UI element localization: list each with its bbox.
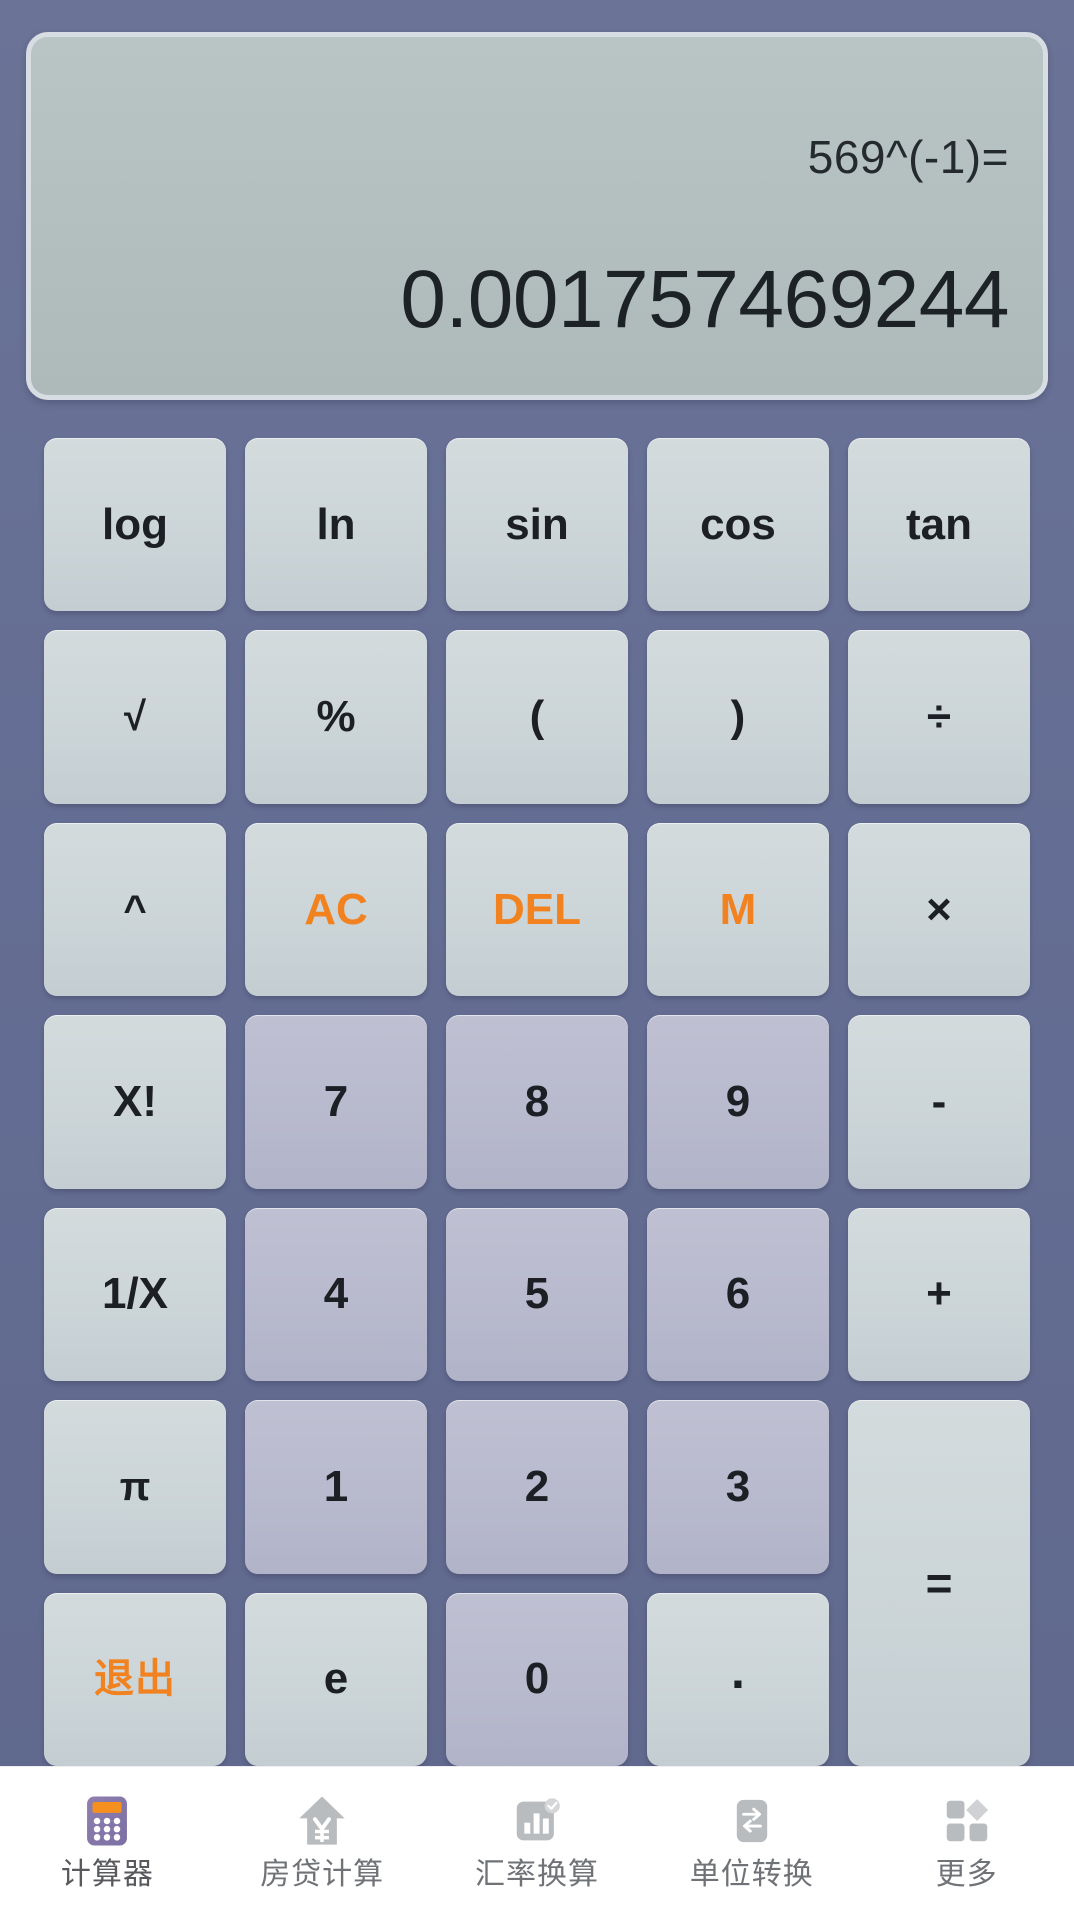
swap-arrows-icon	[723, 1792, 781, 1850]
house-yuan-icon	[293, 1792, 351, 1850]
key-log[interactable]: log	[44, 438, 226, 612]
key-percent[interactable]: %	[245, 630, 427, 804]
key-9[interactable]: 9	[647, 1015, 829, 1189]
key-8[interactable]: 8	[446, 1015, 628, 1189]
result-text: 0.001757469244	[400, 253, 1009, 345]
bottom-navigation: 计算器 房贷计算 汇率换算 单位转换 更多	[0, 1766, 1074, 1914]
bar-chart-icon	[508, 1792, 566, 1850]
key-equals[interactable]: =	[848, 1400, 1030, 1766]
key-plus[interactable]: +	[848, 1207, 1030, 1382]
tab-label: 计算器	[60, 1857, 154, 1891]
tab-label: 房贷计算	[260, 1857, 385, 1891]
calculator-app: 569^(-1)= 0.001757469244 log ln sin cos tan √…	[0, 0, 1074, 1914]
key-sqrt[interactable]: √	[44, 630, 226, 804]
keypad: log ln sin cos tan √%() ÷ ^ AC DEL M × X! 7 8 9- 1/X 4 5 6 +…	[0, 400, 1074, 1766]
key-sin[interactable]: sin	[446, 438, 628, 612]
key-decimal[interactable]: .	[647, 1592, 829, 1766]
tab-calculator[interactable]: 计算器	[0, 1767, 215, 1914]
key-cos[interactable]: cos	[647, 438, 829, 612]
grid-more-icon	[938, 1792, 996, 1850]
key-multiply[interactable]: ×	[848, 822, 1030, 997]
key-factorial[interactable]: X!	[44, 1015, 226, 1189]
tab-more[interactable]: 更多	[859, 1767, 1074, 1914]
key-2[interactable]: 2	[446, 1400, 628, 1574]
tab-label: 单位转换	[689, 1857, 814, 1891]
display-area: 569^(-1)= 0.001757469244	[0, 0, 1074, 400]
key-tan[interactable]: tan	[848, 438, 1030, 612]
key-1[interactable]: 1	[245, 1400, 427, 1574]
key-6[interactable]: 6	[647, 1207, 829, 1382]
tab-label: 汇率换算	[474, 1857, 599, 1891]
tab-mortgage[interactable]: 房贷计算	[215, 1767, 430, 1914]
key-5[interactable]: 5	[446, 1207, 628, 1382]
calculator-icon	[78, 1792, 136, 1850]
key-memory[interactable]: M	[647, 822, 829, 997]
display-panel[interactable]: 569^(-1)= 0.001757469244	[26, 32, 1048, 400]
key-pi[interactable]: π	[44, 1400, 226, 1574]
key-close-paren[interactable]: )	[647, 630, 829, 804]
tab-unit-convert[interactable]: 单位转换	[644, 1767, 859, 1914]
key-minus[interactable]: -	[848, 1015, 1030, 1189]
key-3[interactable]: 3	[647, 1400, 829, 1574]
key-e[interactable]: e	[245, 1592, 427, 1766]
tab-exchange-rate[interactable]: 汇率换算	[430, 1767, 645, 1914]
key-0[interactable]: 0	[446, 1592, 628, 1766]
key-7[interactable]: 7	[245, 1015, 427, 1189]
key-reciprocal[interactable]: 1/X	[44, 1207, 226, 1382]
key-delete[interactable]: DEL	[446, 822, 628, 997]
key-open-paren[interactable]: (	[446, 630, 628, 804]
key-4[interactable]: 4	[245, 1207, 427, 1382]
key-power[interactable]: ^	[44, 822, 226, 997]
key-exit[interactable]: 退出	[44, 1592, 226, 1766]
tab-label: 更多	[935, 1857, 998, 1891]
expression-text: 569^(-1)=	[807, 131, 1009, 184]
key-all-clear[interactable]: AC	[245, 822, 427, 997]
key-divide[interactable]: ÷	[848, 630, 1030, 804]
key-ln[interactable]: ln	[245, 438, 427, 612]
